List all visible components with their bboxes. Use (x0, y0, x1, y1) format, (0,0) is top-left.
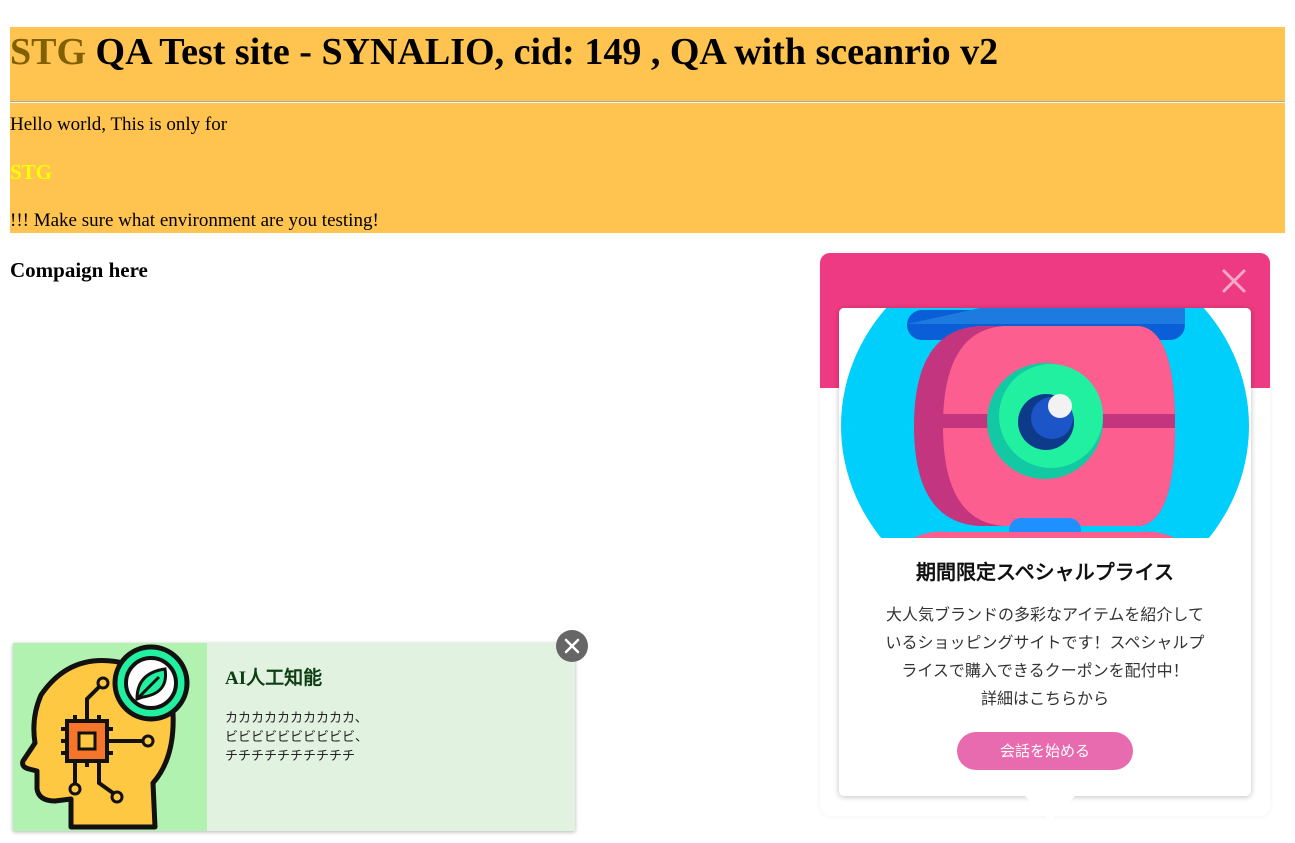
popup-body: 大人気ブランドの多彩なアイテムを紹介して いるショッピングサイトです！スペシャル… (863, 601, 1227, 713)
chat-popup: 期間限定スペシャルプライス 大人気ブランドの多彩なアイテムを紹介して いるショッ… (820, 253, 1270, 821)
ai-banner-line: チチチチチチチチチチ (225, 749, 356, 764)
env-strong-label: STG (10, 160, 53, 184)
ai-banner-line: カカカカカカカカカカ、 (225, 711, 368, 726)
ai-head-circuit-icon (13, 643, 207, 831)
env-label: STG (10, 31, 87, 73)
hello-text: Hello world, This is only for (10, 114, 228, 135)
campaign-heading: Compaign here (10, 258, 148, 282)
page-title: STG QA Test site - SYNALIO, cid: 149 , Q… (10, 30, 998, 74)
popup-card: 期間限定スペシャルプライス 大人気ブランドの多彩なアイテムを紹介して いるショッ… (839, 308, 1251, 796)
close-icon[interactable] (1220, 267, 1248, 295)
start-conversation-button[interactable]: 会話を始める (957, 732, 1133, 770)
popup-heading: 期間限定スペシャルプライス (916, 560, 1174, 584)
ai-banner-line: ビビビビビビビビビビ、 (225, 730, 369, 745)
ai-banner-title: AI人工知能 (225, 668, 323, 689)
popup-body-line: 大人気ブランドの多彩なアイテムを紹介して (886, 605, 1204, 624)
horizontal-rule (10, 101, 1285, 103)
popup-body-line: ライスで購入できるクーポンを配付中！ (901, 661, 1189, 680)
warning-text: !!! Make sure what environment are you t… (10, 210, 379, 231)
popup-tail (1025, 796, 1075, 821)
close-circle-icon[interactable] (556, 630, 588, 662)
ai-banner-text: カカカカカカカカカカ、 ビビビビビビビビビビ、 チチチチチチチチチチ (225, 709, 368, 766)
robot-eye-illustration (839, 308, 1251, 538)
popup-body-line: 詳細はこちらから (980, 689, 1109, 708)
ai-banner[interactable]: AI人工知能 カカカカカカカカカカ、 ビビビビビビビビビビ、 チチチチチチチチチ… (13, 643, 575, 831)
title-text: QA Test site - SYNALIO, cid: 149 , QA wi… (86, 31, 999, 73)
environment-banner: STG QA Test site - SYNALIO, cid: 149 , Q… (10, 27, 1285, 233)
popup-body-line: いるショッピングサイトです！スペシャルプ (885, 633, 1205, 652)
